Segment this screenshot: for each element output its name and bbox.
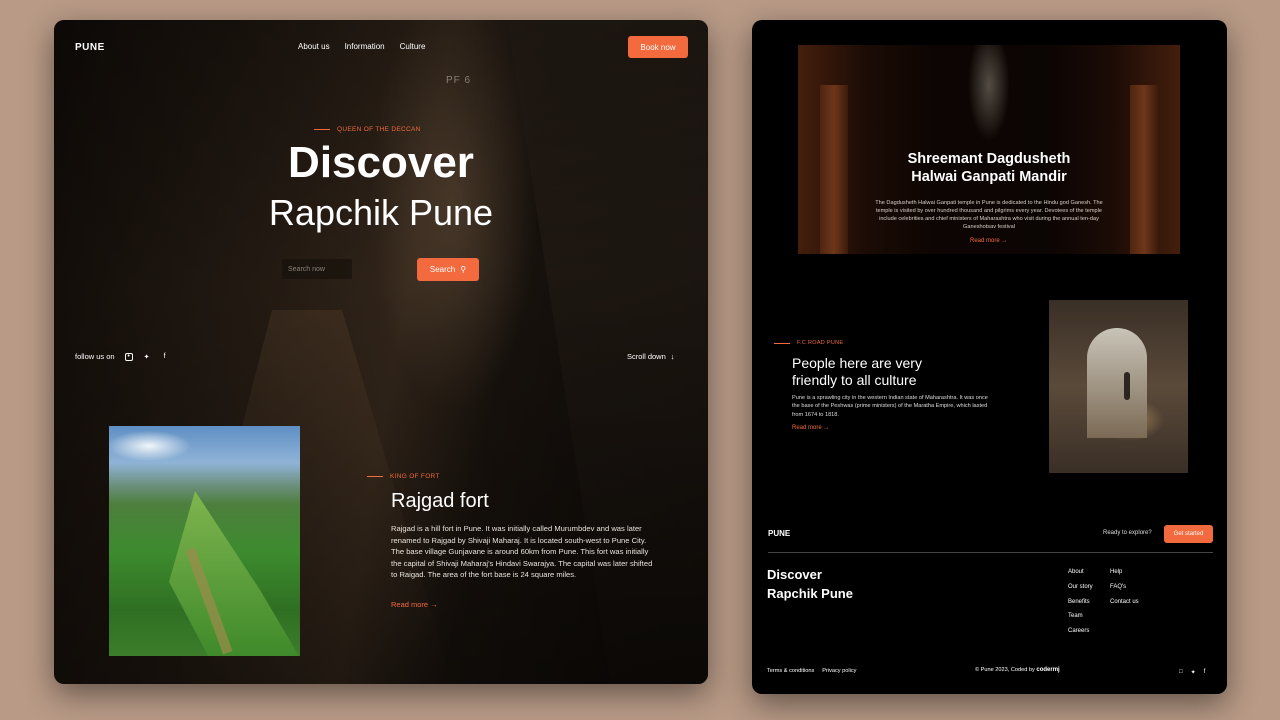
temple-description: The Dagdusheth Halwai Ganpati temple in …: [875, 200, 1103, 230]
eyebrow-line: [314, 129, 330, 130]
temple-title-line1: Shreemant Dagdusheth: [907, 151, 1071, 167]
temple-read-more-link[interactable]: Read more →: [970, 238, 1007, 244]
fc-title: People here are very friendly to all cul…: [792, 355, 992, 389]
temple-title-line2: Halwai Ganpati Mandir: [911, 169, 1067, 185]
footer-title-line1: Discover: [767, 567, 822, 582]
hero-eyebrow-text: QUEEN OF THE DECCAN: [337, 126, 421, 133]
search-button[interactable]: Search ⚲: [417, 258, 479, 281]
twitter-icon[interactable]: ✦: [143, 353, 151, 361]
fc-description: Pune is a sprawling city in the western …: [792, 395, 988, 418]
footer-link-about[interactable]: About: [1068, 565, 1093, 580]
arch-doorway: [1087, 328, 1147, 438]
instagram-icon[interactable]: •: [124, 352, 133, 361]
get-started-button[interactable]: Get started: [1164, 525, 1213, 543]
twitter-icon[interactable]: ✦: [1191, 669, 1196, 676]
hero-subtitle: Rapchik Pune: [268, 192, 494, 233]
footer-link-help[interactable]: Help: [1110, 565, 1139, 580]
scroll-down[interactable]: Scroll down ↓: [627, 352, 675, 361]
temple-read-more-label: Read more: [970, 238, 1000, 244]
coder-name[interactable]: codermj: [1036, 667, 1059, 673]
fort-read-more-label: Read more: [391, 600, 429, 609]
footer-title: Discover Rapchik Pune: [767, 565, 853, 603]
follow-us: follow us on • ✦ f: [75, 352, 169, 361]
footer-title-line2: Rapchik Pune: [767, 586, 853, 601]
search-button-label: Search: [429, 265, 456, 274]
fort-description: Rajgad is a hill fort in Pune. It was in…: [391, 524, 653, 580]
fort-eyebrow: KING OF FORT: [367, 473, 440, 480]
hero-eyebrow: QUEEN OF THE DECCAN: [314, 126, 421, 133]
facebook-icon[interactable]: f: [161, 353, 169, 361]
footer-social: □ ✦ f: [1179, 669, 1205, 676]
eyebrow-line: [774, 342, 790, 344]
footer-link-careers[interactable]: Careers: [1068, 624, 1093, 639]
fort-eyebrow-text: KING OF FORT: [390, 473, 440, 480]
main-nav: About us Information Culture: [298, 42, 425, 51]
fc-eyebrow-text: F.C ROAD PUNE: [797, 340, 844, 346]
footer-links-support: Help FAQ's Contact us: [1110, 565, 1139, 609]
arrow-right-icon: →: [823, 425, 830, 431]
copyright: © Pune 2023, Coded by codermj: [975, 667, 1060, 673]
footer-link-team[interactable]: Team: [1068, 609, 1093, 624]
terms-link[interactable]: Terms & conditions: [767, 668, 814, 674]
hero-title: Discover: [288, 138, 474, 187]
footer-link-contact[interactable]: Contact us: [1110, 595, 1139, 610]
facebook-icon[interactable]: f: [1204, 669, 1206, 676]
fc-road-eyebrow: F.C ROAD PUNE: [774, 340, 843, 346]
follow-label: follow us on: [75, 352, 115, 361]
instagram-icon[interactable]: □: [1179, 669, 1183, 676]
nav-information[interactable]: Information: [345, 42, 385, 51]
fort-title: Rajgad fort: [391, 490, 489, 512]
scroll-label: Scroll down: [627, 352, 666, 361]
mountain-ridge: [169, 491, 299, 656]
landing-hero-panel: PUNE About us Information Culture Book n…: [54, 20, 708, 684]
site-logo[interactable]: PUNE: [75, 42, 105, 53]
ready-to-explore-text: Ready to explore?: [1103, 530, 1152, 536]
arrow-right-icon: →: [1001, 238, 1008, 244]
footer-legal: Terms & conditions Privacy policy: [767, 668, 856, 674]
privacy-link[interactable]: Privacy policy: [822, 668, 856, 674]
fc-read-more-label: Read more: [792, 425, 822, 431]
details-panel: Shreemant Dagdusheth Halwai Ganpati Mand…: [752, 20, 1227, 694]
fc-title-line1: People here are very: [792, 355, 922, 371]
footer-link-benefits[interactable]: Benefits: [1068, 595, 1093, 610]
arrow-right-icon: →: [430, 600, 438, 609]
nav-culture[interactable]: Culture: [400, 42, 426, 51]
platform-sign: PF 6: [446, 75, 472, 86]
fc-title-line2: friendly to all culture: [792, 372, 917, 388]
rajgad-fort-image: [109, 426, 300, 656]
footer-link-our-story[interactable]: Our story: [1068, 580, 1093, 595]
search-icon: ⚲: [460, 265, 467, 274]
search-input[interactable]: Search now: [282, 259, 352, 279]
arrow-down-icon: ↓: [670, 352, 675, 361]
nav-about-us[interactable]: About us: [298, 42, 330, 51]
footer-links-company: About Our story Benefits Team Careers: [1068, 565, 1093, 639]
copyright-text: © Pune 2023, Coded by: [975, 667, 1035, 673]
book-now-button[interactable]: Book now: [628, 36, 688, 58]
arch-image: [1049, 300, 1188, 473]
fc-read-more-link[interactable]: Read more →: [792, 425, 829, 431]
footer-link-faqs[interactable]: FAQ's: [1110, 580, 1139, 595]
arch-person: [1124, 372, 1130, 400]
footer-divider: [768, 552, 1213, 553]
fort-read-more-link[interactable]: Read more →: [391, 600, 438, 609]
temple-title: Shreemant Dagdusheth Halwai Ganpati Mand…: [798, 150, 1180, 186]
footer-logo[interactable]: PUNE: [768, 529, 790, 538]
eyebrow-line: [367, 476, 383, 477]
